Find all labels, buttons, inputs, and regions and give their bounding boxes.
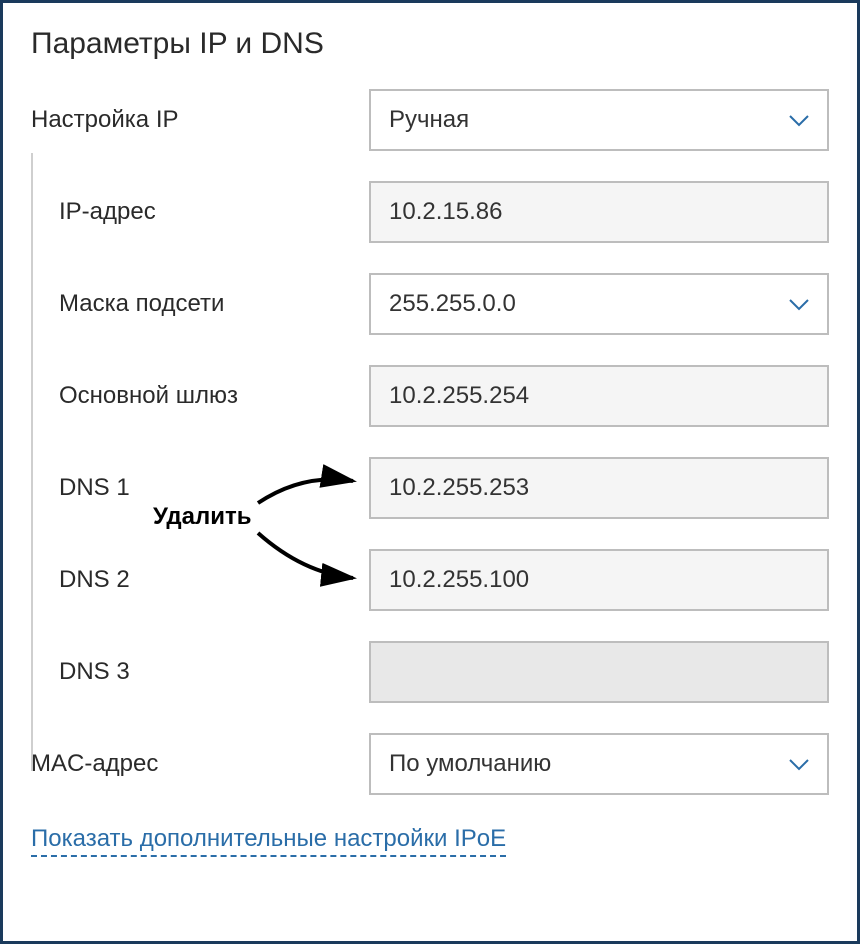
row-dns1: DNS 1 10.2.255.253	[31, 457, 829, 519]
label-dns3: DNS 3	[59, 658, 369, 686]
row-ip-config: Настройка IP Ручная	[31, 89, 829, 151]
row-mac-address: MAC-адрес По умолчанию	[31, 733, 829, 795]
row-gateway: Основной шлюз 10.2.255.254	[31, 365, 829, 427]
label-subnet-mask: Маска подсети	[59, 290, 369, 318]
label-ip-config: Настройка IP	[31, 106, 369, 134]
row-subnet-mask: Маска подсети 255.255.0.0	[31, 273, 829, 335]
chevron-down-icon	[789, 106, 809, 134]
input-dns1[interactable]: 10.2.255.253	[369, 457, 829, 519]
input-dns2[interactable]: 10.2.255.100	[369, 549, 829, 611]
select-mac-address[interactable]: По умолчанию	[369, 733, 829, 795]
input-gateway-value: 10.2.255.254	[389, 382, 529, 410]
input-gateway[interactable]: 10.2.255.254	[369, 365, 829, 427]
input-dns3[interactable]	[369, 641, 829, 703]
select-subnet-mask[interactable]: 255.255.0.0	[369, 273, 829, 335]
row-dns2: DNS 2 10.2.255.100	[31, 549, 829, 611]
chevron-down-icon	[789, 750, 809, 778]
label-mac-address: MAC-адрес	[31, 750, 369, 778]
label-dns2: DNS 2	[59, 566, 369, 594]
select-mac-address-value: По умолчанию	[389, 750, 551, 778]
row-ip-address: IP-адрес 10.2.15.86	[31, 181, 829, 243]
label-ip-address: IP-адрес	[59, 198, 369, 226]
label-gateway: Основной шлюз	[59, 382, 369, 410]
select-ip-config-value: Ручная	[389, 106, 469, 134]
input-dns2-value: 10.2.255.100	[389, 566, 529, 594]
label-dns1: DNS 1	[59, 474, 369, 502]
select-ip-config[interactable]: Ручная	[369, 89, 829, 151]
input-ip-address-value: 10.2.15.86	[389, 198, 502, 226]
section-title: Параметры IP и DNS	[31, 27, 829, 61]
input-ip-address[interactable]: 10.2.15.86	[369, 181, 829, 243]
input-dns1-value: 10.2.255.253	[389, 474, 529, 502]
row-dns3: DNS 3	[31, 641, 829, 703]
link-show-ipoe-settings[interactable]: Показать дополнительные настройки IPoE	[31, 825, 506, 857]
chevron-down-icon	[789, 290, 809, 318]
row-show-more: Показать дополнительные настройки IPoE	[31, 825, 829, 857]
select-subnet-mask-value: 255.255.0.0	[389, 290, 516, 318]
ip-dns-settings-panel: Параметры IP и DNS Настройка IP Ручная I…	[0, 0, 860, 944]
